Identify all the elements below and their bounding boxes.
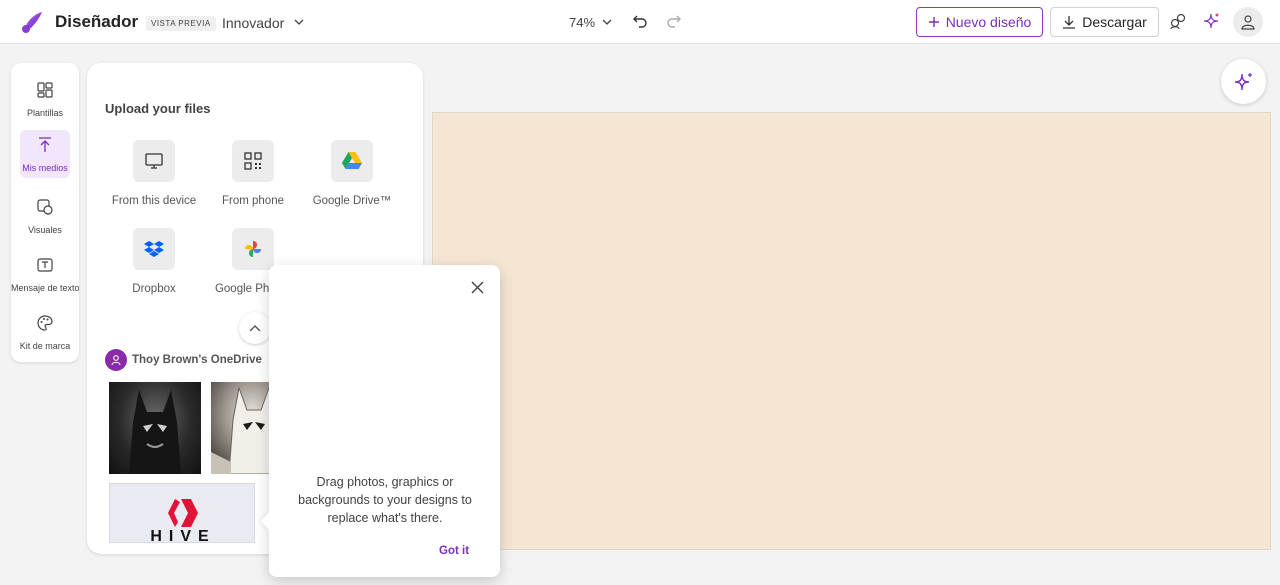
copilot-sparkle-icon[interactable] bbox=[1201, 11, 1221, 31]
download-icon bbox=[1063, 16, 1076, 29]
user-icon bbox=[111, 355, 121, 366]
source-tile[interactable] bbox=[133, 228, 175, 270]
close-icon[interactable] bbox=[470, 280, 485, 295]
share-icon[interactable] bbox=[1168, 11, 1188, 31]
rail-item-my-media[interactable]: Mis medios bbox=[11, 130, 79, 180]
user-icon bbox=[1241, 15, 1255, 30]
zoom-level[interactable]: 74% bbox=[569, 15, 595, 30]
new-design-button[interactable]: Nuevo diseño bbox=[916, 7, 1043, 37]
account-avatar[interactable] bbox=[1233, 7, 1263, 37]
chevron-up-icon bbox=[249, 325, 261, 332]
rail-item-label: Mensaje de texto bbox=[11, 283, 79, 293]
drag-tip-popover: Drag photos, graphics or backgrounds to … bbox=[260, 265, 500, 577]
google-drive-icon bbox=[342, 152, 362, 169]
designer-assistant-button[interactable] bbox=[1221, 59, 1266, 104]
upload-icon bbox=[39, 137, 51, 152]
app-title: Diseñador bbox=[55, 12, 139, 31]
palette-icon bbox=[37, 315, 53, 331]
design-canvas[interactable] bbox=[433, 113, 1270, 549]
hive-wordmark: HIVE bbox=[150, 528, 216, 543]
source-tile[interactable] bbox=[133, 140, 175, 182]
new-design-label: Nuevo diseño bbox=[945, 14, 1032, 30]
rail-item-templates[interactable]: Plantillas bbox=[11, 75, 79, 125]
plan-selector[interactable]: Innovador bbox=[222, 15, 284, 31]
dropbox-icon bbox=[144, 241, 164, 257]
source-label: Google Drive™ bbox=[312, 195, 392, 207]
designer-logo-icon[interactable] bbox=[20, 9, 46, 35]
media-thumbnail[interactable]: HIVE bbox=[109, 483, 255, 543]
chevron-down-icon[interactable] bbox=[601, 16, 613, 28]
rail-item-brand-kit[interactable]: Kit de marca bbox=[11, 308, 79, 358]
redo-icon[interactable] bbox=[666, 13, 682, 29]
batman-image bbox=[129, 390, 181, 474]
popover-message: Drag photos, graphics or backgrounds to … bbox=[298, 475, 472, 525]
plus-icon bbox=[928, 17, 939, 27]
rail-item-visuals[interactable]: Visuales bbox=[11, 192, 79, 242]
onedrive-avatar bbox=[105, 349, 127, 371]
panel-title: Upload your files bbox=[105, 101, 211, 116]
text-icon bbox=[37, 258, 53, 272]
top-bar: Diseñador VISTA PREVIA Innovador 74% Nue… bbox=[0, 0, 1280, 44]
source-tile[interactable] bbox=[331, 140, 373, 182]
left-rail: Plantillas Mis medios Visuales Mensaje d… bbox=[11, 63, 79, 362]
rail-item-label: Plantillas bbox=[26, 108, 64, 118]
source-tile[interactable] bbox=[232, 140, 274, 182]
templates-icon bbox=[37, 82, 53, 98]
collapse-sources-button[interactable] bbox=[239, 312, 271, 344]
download-label: Descargar bbox=[1082, 14, 1147, 30]
sparkle-icon bbox=[1234, 72, 1252, 90]
hive-logo-icon bbox=[168, 499, 198, 527]
google-photos-icon bbox=[245, 241, 261, 257]
rail-item-text[interactable]: Mensaje de texto bbox=[11, 250, 79, 300]
source-tile[interactable] bbox=[232, 228, 274, 270]
onedrive-section-title: Thoy Brown's OneDrive bbox=[132, 354, 262, 366]
preview-badge: VISTA PREVIA bbox=[146, 16, 216, 31]
media-thumbnail[interactable] bbox=[109, 382, 201, 474]
monitor-icon bbox=[145, 153, 163, 169]
chevron-down-icon[interactable] bbox=[293, 16, 305, 28]
rail-item-label: Kit de marca bbox=[19, 341, 71, 351]
qr-code-icon bbox=[244, 152, 262, 170]
undo-icon[interactable] bbox=[632, 13, 648, 29]
rail-item-label: Mis medios bbox=[22, 163, 68, 173]
download-button[interactable]: Descargar bbox=[1050, 7, 1159, 37]
got-it-button[interactable]: Got it bbox=[439, 545, 469, 557]
visuals-icon bbox=[37, 199, 53, 215]
rail-item-label: Visuales bbox=[28, 225, 62, 235]
